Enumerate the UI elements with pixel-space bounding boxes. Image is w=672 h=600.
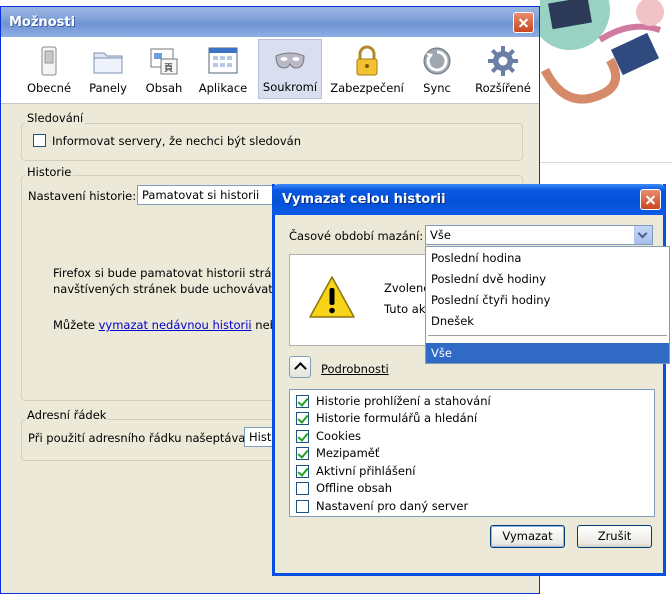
folder-icon <box>93 52 123 74</box>
cookies-checkbox[interactable] <box>296 430 309 443</box>
warning-text-line1: Zvolené <box>384 281 431 295</box>
history-description-line2: navštívených stránek bude uchovávat coo <box>53 282 297 296</box>
padlock-icon <box>356 45 378 76</box>
warning-icon <box>309 276 355 318</box>
dropdown-separator <box>428 335 667 336</box>
tab-tabs[interactable]: Panely <box>81 39 135 99</box>
tab-sync[interactable]: Sync <box>413 39 461 99</box>
tab-general[interactable]: Obecné <box>21 39 77 99</box>
details-label[interactable]: Podrobnosti <box>321 362 389 376</box>
mask-icon <box>275 52 305 69</box>
time-range-option-last-four-hours[interactable]: Poslední čtyři hodiny <box>426 290 669 310</box>
do-not-track-checkbox[interactable] <box>33 134 46 147</box>
cache-checkbox[interactable] <box>296 447 309 460</box>
time-range-option-everything[interactable]: Vše <box>426 343 669 363</box>
clear-items-list: Historie prohlížení a stahování Historie… <box>289 389 655 517</box>
details-toggle-button[interactable] <box>289 356 311 378</box>
tab-content[interactable]: 頁 Obsah <box>139 39 189 99</box>
time-range-value: Vše <box>430 228 451 242</box>
address-bar-group-label: Adresní řádek <box>25 408 109 422</box>
browsing-history-checkbox[interactable] <box>296 395 309 408</box>
decorative-illustration <box>540 0 664 104</box>
applications-icon <box>208 47 238 74</box>
options-title: Možnosti <box>9 15 76 30</box>
history-setting-select[interactable]: Pamatovat si historii <box>137 185 277 205</box>
cancel-button[interactable]: Zrušit <box>577 525 652 548</box>
time-range-dropdown: Poslední hodina Poslední dvě hodiny Posl… <box>425 246 670 364</box>
tab-advanced[interactable]: Rozšířené <box>471 39 535 99</box>
clear-history-dialog: Vymazat celou historii Časové období maz… <box>272 184 666 576</box>
chevron-down-icon[interactable] <box>634 226 652 244</box>
gear-icon <box>488 46 518 76</box>
history-setting-label: Nastavení historie: <box>28 189 137 203</box>
history-description-line1: Firefox si bude pamatovat historii strán… <box>53 266 297 280</box>
form-history-checkbox[interactable] <box>296 412 309 425</box>
clear-recent-history-link[interactable]: vymazat nedávnou historii <box>99 318 252 332</box>
svg-text:頁: 頁 <box>164 63 173 74</box>
address-bar-suggest-label: Při použití adresního řádku našeptávat: <box>28 431 254 445</box>
clear-history-close-button[interactable] <box>640 189 661 210</box>
clear-now-button[interactable]: Vymazat <box>490 525 565 548</box>
tab-security[interactable]: Zabezpečení <box>329 39 405 99</box>
time-range-option-today[interactable]: Dnešek <box>426 311 669 331</box>
history-setting-value: Pamatovat si historii <box>142 188 260 202</box>
tracking-group-label: Sledování <box>25 111 86 125</box>
site-preferences-checkbox[interactable] <box>296 500 309 513</box>
do-not-track-label: Informovat servery, že nechci být sledov… <box>52 134 301 148</box>
options-toolbar: Obecné Panely 頁 Obsah Aplikace Soukromí … <box>1 37 539 104</box>
options-titlebar[interactable]: Možnosti <box>1 7 539 37</box>
offline-data-checkbox[interactable] <box>296 482 309 495</box>
tab-privacy[interactable]: Soukromí <box>258 39 322 99</box>
tab-applications[interactable]: Aplikace <box>193 39 253 99</box>
history-group-label: Historie <box>25 165 74 179</box>
time-range-option-last-two-hours[interactable]: Poslední dvě hodiny <box>426 269 669 289</box>
warning-box: Zvolené Tuto ako <box>289 254 441 346</box>
switch-icon <box>41 46 57 76</box>
clear-history-titlebar[interactable]: Vymazat celou historii <box>272 184 666 215</box>
time-range-option-last-hour[interactable]: Poslední hodina <box>426 248 669 268</box>
content-icon: 頁 <box>150 48 178 75</box>
history-clear-sentence: Můžete vymazat nedávnou historii nebo od <box>53 318 302 332</box>
active-logins-checkbox[interactable] <box>296 465 309 478</box>
clear-history-title: Vymazat celou historii <box>282 192 446 207</box>
sync-icon <box>423 47 451 75</box>
options-close-button[interactable] <box>513 12 534 33</box>
background-divider <box>540 162 672 163</box>
time-range-label: Časové období mazání: <box>289 229 424 243</box>
time-range-select[interactable]: Vše <box>425 225 653 245</box>
history-clear-prefix: Můžete <box>53 318 95 332</box>
